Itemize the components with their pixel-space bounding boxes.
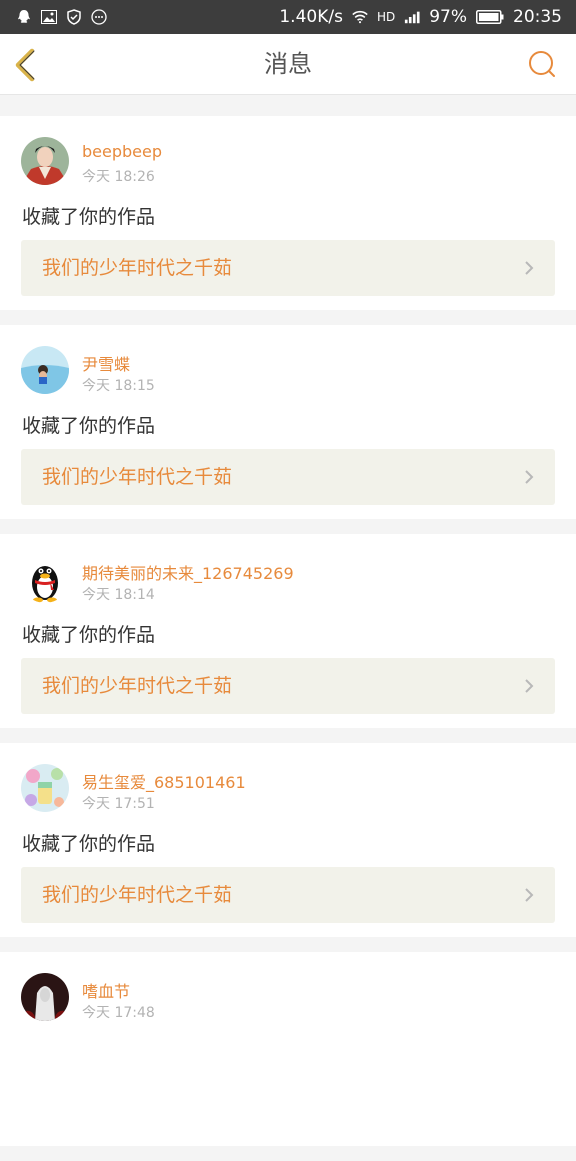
hd-badge: HD xyxy=(376,10,396,24)
search-icon xyxy=(529,51,555,77)
timestamp: 今天 17:51 xyxy=(82,796,155,812)
work-title: 我们的少年时代之千茹 xyxy=(42,257,233,279)
page-title: 消息 xyxy=(264,50,312,78)
timestamp: 今天 17:48 xyxy=(82,1005,155,1021)
timestamp: 今天 18:15 xyxy=(82,378,155,394)
action-text: 收藏了你的作品 xyxy=(22,833,156,855)
chevron-right-icon xyxy=(525,679,534,693)
chevron-right-icon xyxy=(525,470,534,484)
avatar[interactable] xyxy=(21,137,69,185)
battery-icon xyxy=(476,9,504,25)
message-list: beepbeep 今天 18:26 收藏了你的作品 我们的少年时代之千茹 尹雪蝶… xyxy=(0,116,576,1161)
message-card: 嗜血节 今天 17:48 xyxy=(0,952,576,1146)
search-button[interactable] xyxy=(527,49,557,79)
status-bar: 1.40K/s HD 97% 20:35 xyxy=(0,0,576,34)
app-header: 消息 xyxy=(0,34,576,95)
avatar[interactable] xyxy=(21,764,69,812)
message-card: beepbeep 今天 18:26 收藏了你的作品 我们的少年时代之千茹 xyxy=(0,116,576,310)
avatar[interactable] xyxy=(21,346,69,394)
avatar[interactable] xyxy=(21,555,69,603)
image-notification-icon xyxy=(41,9,57,25)
action-text: 收藏了你的作品 xyxy=(22,206,156,228)
username[interactable]: beepbeep xyxy=(82,142,162,161)
action-text: 收藏了你的作品 xyxy=(22,415,156,437)
work-title: 我们的少年时代之千茹 xyxy=(42,884,233,906)
timestamp: 今天 18:26 xyxy=(82,169,155,185)
chevron-right-icon xyxy=(525,261,534,275)
vpn-shield-icon xyxy=(66,9,82,25)
message-card: 易生玺爱_685101461 今天 17:51 收藏了你的作品 我们的少年时代之… xyxy=(0,743,576,937)
network-speed: 1.40K/s xyxy=(279,7,343,27)
signal-icon xyxy=(404,9,420,25)
work-title: 我们的少年时代之千茹 xyxy=(42,466,233,488)
action-text: 收藏了你的作品 xyxy=(22,624,156,646)
qq-notification-icon xyxy=(16,9,32,25)
wifi-icon xyxy=(352,9,368,25)
more-notifications-icon xyxy=(91,9,107,25)
clock: 20:35 xyxy=(513,7,562,27)
username[interactable]: 嗜血节 xyxy=(82,978,130,1002)
status-left xyxy=(16,9,107,25)
work-title: 我们的少年时代之千茹 xyxy=(42,675,233,697)
work-link[interactable]: 我们的少年时代之千茹 xyxy=(21,658,555,714)
username[interactable]: 尹雪蝶 xyxy=(82,351,130,375)
work-link[interactable]: 我们的少年时代之千茹 xyxy=(21,867,555,923)
back-arrow-icon xyxy=(15,48,35,82)
status-right: 1.40K/s HD 97% 20:35 xyxy=(279,7,562,27)
chevron-right-icon xyxy=(525,888,534,902)
message-card: 尹雪蝶 今天 18:15 收藏了你的作品 我们的少年时代之千茹 xyxy=(0,325,576,519)
username[interactable]: 易生玺爱_685101461 xyxy=(82,769,246,793)
battery-percent: 97% xyxy=(429,7,467,27)
username[interactable]: 期待美丽的未来_126745269 xyxy=(82,560,294,584)
back-button[interactable] xyxy=(12,48,42,82)
work-link[interactable]: 我们的少年时代之千茹 xyxy=(21,240,555,296)
avatar[interactable] xyxy=(21,973,69,1021)
message-card: 期待美丽的未来_126745269 今天 18:14 收藏了你的作品 我们的少年… xyxy=(0,534,576,728)
timestamp: 今天 18:14 xyxy=(82,587,155,603)
work-link[interactable]: 我们的少年时代之千茹 xyxy=(21,449,555,505)
